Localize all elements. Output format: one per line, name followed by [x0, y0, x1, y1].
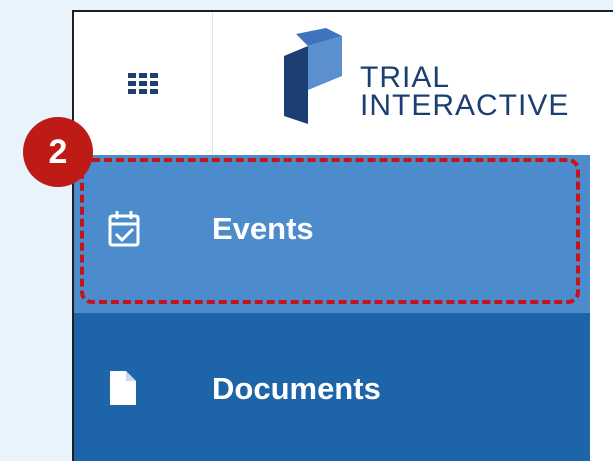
step-badge: 2	[23, 117, 93, 187]
top-bar: TRIAL INTERACTIVE	[74, 12, 613, 155]
logo-text: TRIAL INTERACTIVE	[360, 61, 570, 122]
highlight-box	[80, 158, 580, 304]
app-launcher-button[interactable]	[74, 12, 213, 155]
content-edge	[590, 157, 613, 461]
document-icon	[110, 371, 136, 405]
sidebar-item-documents[interactable]: Documents	[74, 313, 590, 461]
sidebar-item-label: Documents	[212, 371, 381, 406]
app-grid-icon	[128, 73, 158, 94]
logo-mark-icon	[284, 28, 342, 124]
